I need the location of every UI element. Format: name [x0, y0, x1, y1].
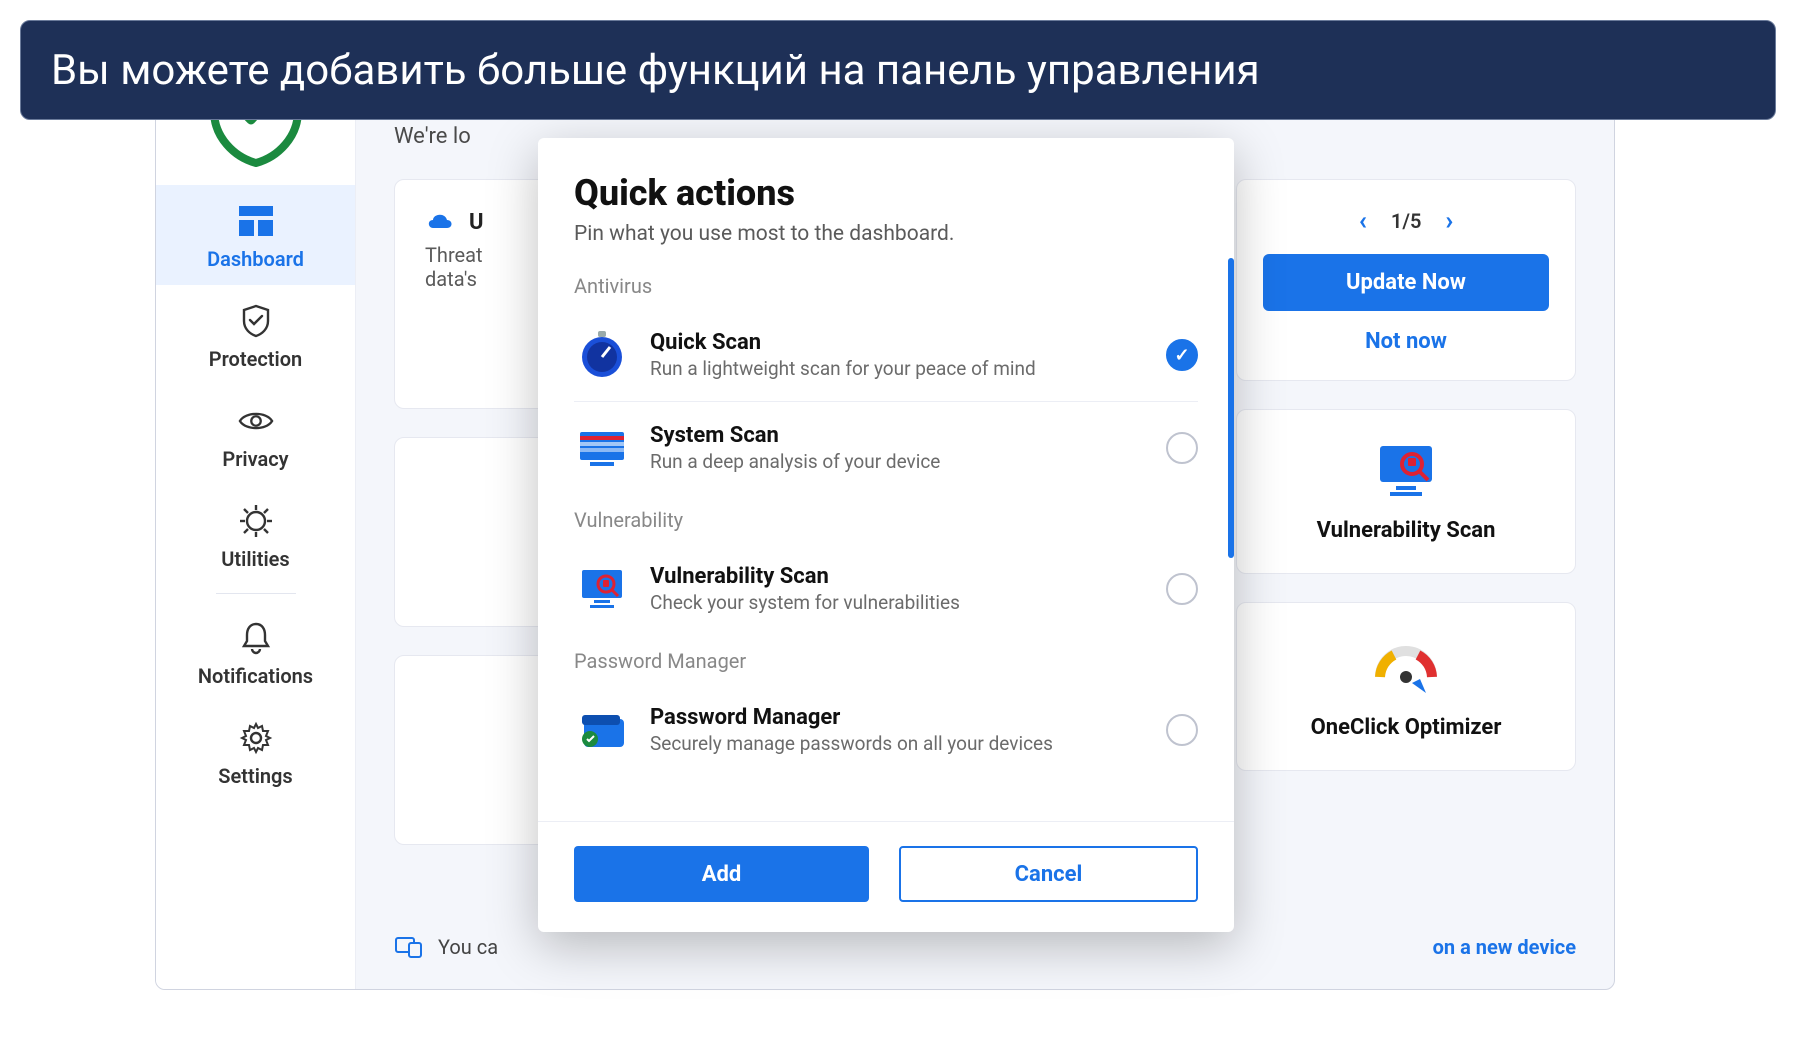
sidebar-item-utilities[interactable]: Utilities [156, 485, 355, 585]
sidebar-item-protection[interactable]: Protection [156, 285, 355, 385]
radio-unselected[interactable] [1166, 432, 1198, 464]
not-now-button[interactable]: Not now [1365, 329, 1447, 354]
option-description: Securely manage passwords on all your de… [650, 732, 1146, 755]
option-title: Quick Scan [650, 330, 1146, 355]
cloud-icon [425, 210, 455, 234]
dialog-footer: Add Cancel [538, 821, 1234, 932]
scrollbar[interactable] [1228, 258, 1234, 558]
section-label-antivirus: Antivirus [574, 274, 1198, 298]
wallet-icon [574, 702, 630, 758]
systemscan-icon [574, 420, 630, 476]
divider [216, 593, 296, 594]
update-card: ‹ 1/5 › Update Now Not now [1236, 179, 1576, 381]
protection-icon [238, 303, 274, 339]
add-button[interactable]: Add [574, 846, 869, 902]
tool-oneclick-optimizer[interactable]: OneClick Optimizer [1236, 602, 1576, 771]
option-system-scan[interactable]: System Scan Run a deep analysis of your … [574, 401, 1198, 494]
chevron-right-icon[interactable]: › [1445, 206, 1453, 236]
tool-vulnerability-scan[interactable]: Vulnerability Scan [1236, 409, 1576, 574]
dialog-subtitle: Pin what you use most to the dashboard. [574, 222, 1198, 246]
update-now-button[interactable]: Update Now [1263, 254, 1549, 311]
option-title: Vulnerability Scan [650, 564, 1146, 589]
option-vulnerability-scan[interactable]: Vulnerability Scan Check your system for… [574, 542, 1198, 635]
section-label-vulnerability: Vulnerability [574, 508, 1198, 532]
option-description: Check your system for vulnerabilities [650, 591, 1146, 614]
option-title: System Scan [650, 423, 1146, 448]
cancel-button[interactable]: Cancel [899, 846, 1198, 902]
quick-actions-dialog: Quick actions Pin what you use most to t… [538, 138, 1234, 932]
dialog-title: Quick actions [574, 172, 1198, 214]
chevron-left-icon[interactable]: ‹ [1359, 206, 1367, 236]
quickscan-icon [574, 327, 630, 383]
option-description: Run a lightweight scan for your peace of… [650, 357, 1146, 380]
option-description: Run a deep analysis of your device [650, 450, 1146, 473]
tool-label: Vulnerability Scan [1317, 518, 1496, 543]
vulnerability-icon [1370, 440, 1442, 500]
bell-icon [238, 620, 274, 656]
option-title: Password Manager [650, 705, 1146, 730]
banner: Вы можете добавить больше функций на пан… [20, 20, 1776, 120]
sidebar-item-label: Privacy [222, 447, 288, 471]
gear-icon [238, 503, 274, 539]
sidebar: Dashboard Protection Privacy Utilities N… [156, 31, 356, 989]
sidebar-item-label: Utilities [221, 547, 289, 571]
vulnscan-icon [574, 561, 630, 617]
sidebar-item-notifications[interactable]: Notifications [156, 602, 355, 702]
tool-label: OneClick Optimizer [1311, 715, 1502, 740]
sidebar-item-label: Notifications [198, 664, 313, 688]
pager: ‹ 1/5 › [1359, 206, 1454, 236]
pager-text: 1/5 [1391, 209, 1421, 233]
section-label-password-manager: Password Manager [574, 649, 1198, 673]
radio-selected[interactable]: ✓ [1166, 339, 1198, 371]
optimizer-icon [1370, 633, 1442, 697]
dashboard-icon [238, 203, 274, 239]
radio-unselected[interactable] [1166, 573, 1198, 605]
sidebar-item-dashboard[interactable]: Dashboard [156, 185, 355, 285]
sidebar-item-label: Settings [218, 764, 292, 788]
card-title: U [469, 210, 484, 235]
radio-unselected[interactable] [1166, 714, 1198, 746]
footer-link[interactable]: on a new device [1433, 935, 1576, 959]
settings-icon [238, 720, 274, 756]
sidebar-item-label: Protection [209, 347, 302, 371]
option-password-manager[interactable]: Password Manager Securely manage passwor… [574, 683, 1198, 776]
devices-icon [394, 935, 424, 959]
sidebar-item-privacy[interactable]: Privacy [156, 385, 355, 485]
sidebar-item-settings[interactable]: Settings [156, 702, 355, 802]
sidebar-item-label: Dashboard [207, 247, 304, 271]
option-quick-scan[interactable]: Quick Scan Run a lightweight scan for yo… [574, 308, 1198, 401]
footer-text: You ca [438, 935, 498, 959]
footer: You ca on a new device [394, 935, 1576, 959]
eye-icon [238, 403, 274, 439]
